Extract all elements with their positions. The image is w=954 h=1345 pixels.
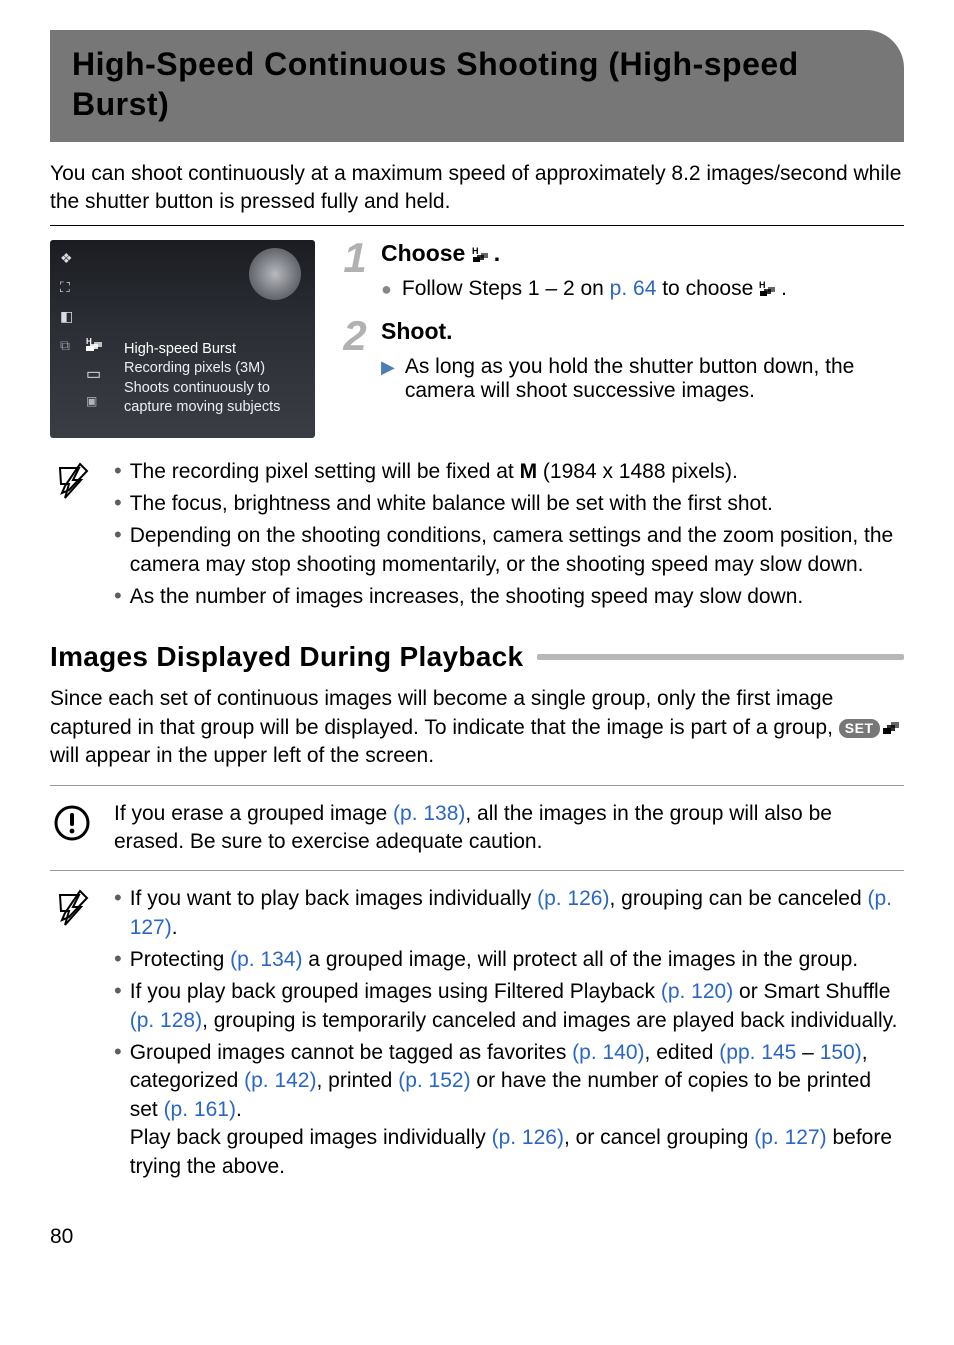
link-pp145[interactable]: (pp. 145 bbox=[719, 1041, 796, 1064]
note2-item2: Protecting (p. 134) a grouped image, wil… bbox=[130, 946, 904, 974]
link-p126b[interactable]: (p. 126) bbox=[492, 1126, 564, 1149]
camera-left-icons: ❖ ⛶ ◧ ⧉ bbox=[60, 250, 73, 354]
page-title-banner: High-Speed Continuous Shooting (High-spe… bbox=[50, 30, 904, 142]
link-p120[interactable]: (p. 120) bbox=[661, 980, 733, 1003]
camera-screenshot: ❖ ⛶ ◧ ⧉ H ▭ ▣ High-speed Burst Recording… bbox=[50, 240, 315, 438]
section-heading: Images Displayed During Playback bbox=[50, 641, 904, 673]
notes-block-2: • If you want to play back images indivi… bbox=[50, 885, 904, 1184]
burst-icon: H bbox=[86, 336, 108, 354]
group-burst-icon bbox=[882, 714, 904, 742]
camera-mode-label: High-speed Burst bbox=[124, 340, 280, 360]
divider bbox=[50, 785, 904, 786]
step-2-body: As long as you hold the shutter button d… bbox=[405, 355, 904, 403]
note1-item1: The recording pixel setting will be fixe… bbox=[130, 458, 904, 486]
burst-mode-icon: H bbox=[759, 280, 781, 298]
camera-desc-3: capture moving subjects bbox=[124, 398, 280, 418]
camera-desc-2: Shoots continuously to bbox=[124, 379, 280, 399]
note2-item3: If you play back grouped images using Fi… bbox=[130, 978, 904, 1035]
pixel-icon: ▭ bbox=[86, 364, 108, 384]
link-p134[interactable]: (p. 134) bbox=[230, 948, 302, 971]
divider bbox=[50, 870, 904, 871]
step-2-heading: Shoot. bbox=[381, 318, 904, 345]
camera-desc-1: Recording pixels (3M) bbox=[124, 359, 280, 379]
link-150[interactable]: 150) bbox=[820, 1041, 862, 1064]
svg-text:H: H bbox=[759, 280, 766, 290]
step-number-2: 2 bbox=[337, 318, 373, 403]
page-number: 80 bbox=[50, 1225, 904, 1249]
svg-text:H: H bbox=[472, 246, 479, 256]
section2-paragraph: Since each set of continuous images will… bbox=[50, 685, 904, 770]
note1-item3: Depending on the shooting conditions, ca… bbox=[130, 522, 904, 579]
note1-item4: As the number of images increases, the s… bbox=[130, 583, 904, 611]
link-p64[interactable]: p. 64 bbox=[610, 277, 657, 300]
link-p126[interactable]: (p. 126) bbox=[537, 887, 609, 910]
link-p152[interactable]: (p. 152) bbox=[398, 1069, 470, 1092]
step-1-heading: Choose H. bbox=[381, 240, 787, 267]
link-p142[interactable]: (p. 142) bbox=[244, 1069, 316, 1092]
pencil-notes-icon bbox=[55, 462, 89, 500]
divider bbox=[50, 225, 904, 226]
link-p128[interactable]: (p. 128) bbox=[130, 1009, 202, 1032]
caution-icon bbox=[53, 804, 91, 842]
caution-block: If you erase a grouped image (p. 138), a… bbox=[50, 800, 904, 857]
link-p127b[interactable]: (p. 127) bbox=[754, 1126, 826, 1149]
set-badge-icon: SET bbox=[839, 719, 880, 738]
bullet-icon: ● bbox=[381, 277, 392, 302]
camera-mode-icons: H ▭ ▣ bbox=[86, 336, 108, 408]
note2-item4: Grouped images cannot be tagged as favor… bbox=[130, 1039, 904, 1181]
link-p161[interactable]: (p. 161) bbox=[164, 1098, 236, 1121]
link-p138[interactable]: (p. 138) bbox=[393, 802, 465, 825]
notes-block-1: •The recording pixel setting will be fix… bbox=[50, 458, 904, 616]
note2-item1: If you want to play back images individu… bbox=[130, 885, 904, 942]
page-title: High-Speed Continuous Shooting (High-spe… bbox=[72, 44, 882, 124]
video-icon: ▣ bbox=[86, 394, 108, 408]
note1-item2: The focus, brightness and white balance … bbox=[130, 490, 904, 518]
burst-mode-icon: H bbox=[472, 246, 494, 264]
intro-paragraph: You can shoot continuously at a maximum … bbox=[50, 160, 904, 217]
pencil-notes-icon bbox=[55, 889, 89, 927]
caution-text: If you erase a grouped image (p. 138), a… bbox=[114, 800, 904, 857]
step-1-body: Follow Steps 1 – 2 on p. 64 to choose H. bbox=[402, 277, 787, 302]
link-p140[interactable]: (p. 140) bbox=[572, 1041, 644, 1064]
step-number-1: 1 bbox=[337, 240, 373, 302]
result-arrow-icon: ▶ bbox=[381, 355, 395, 403]
